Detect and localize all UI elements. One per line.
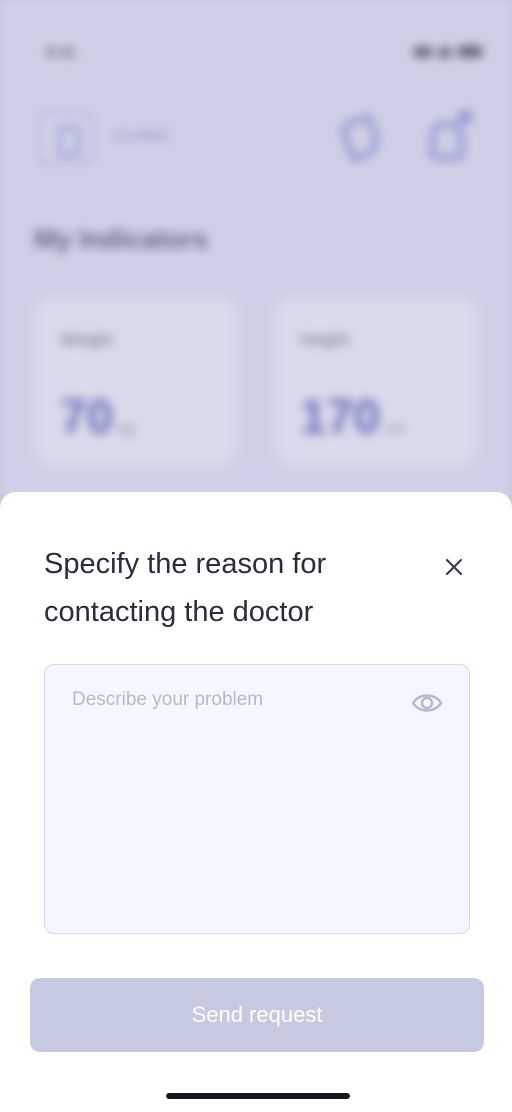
- modal-title: Specify the reason for contacting the do…: [44, 548, 327, 628]
- close-button[interactable]: [438, 551, 470, 583]
- problem-input[interactable]: [45, 665, 469, 933]
- close-icon: [445, 558, 463, 576]
- home-indicator: [166, 1093, 350, 1099]
- eye-icon[interactable]: [411, 689, 443, 717]
- problem-field: [44, 664, 470, 934]
- send-request-button[interactable]: Send request: [30, 978, 484, 1052]
